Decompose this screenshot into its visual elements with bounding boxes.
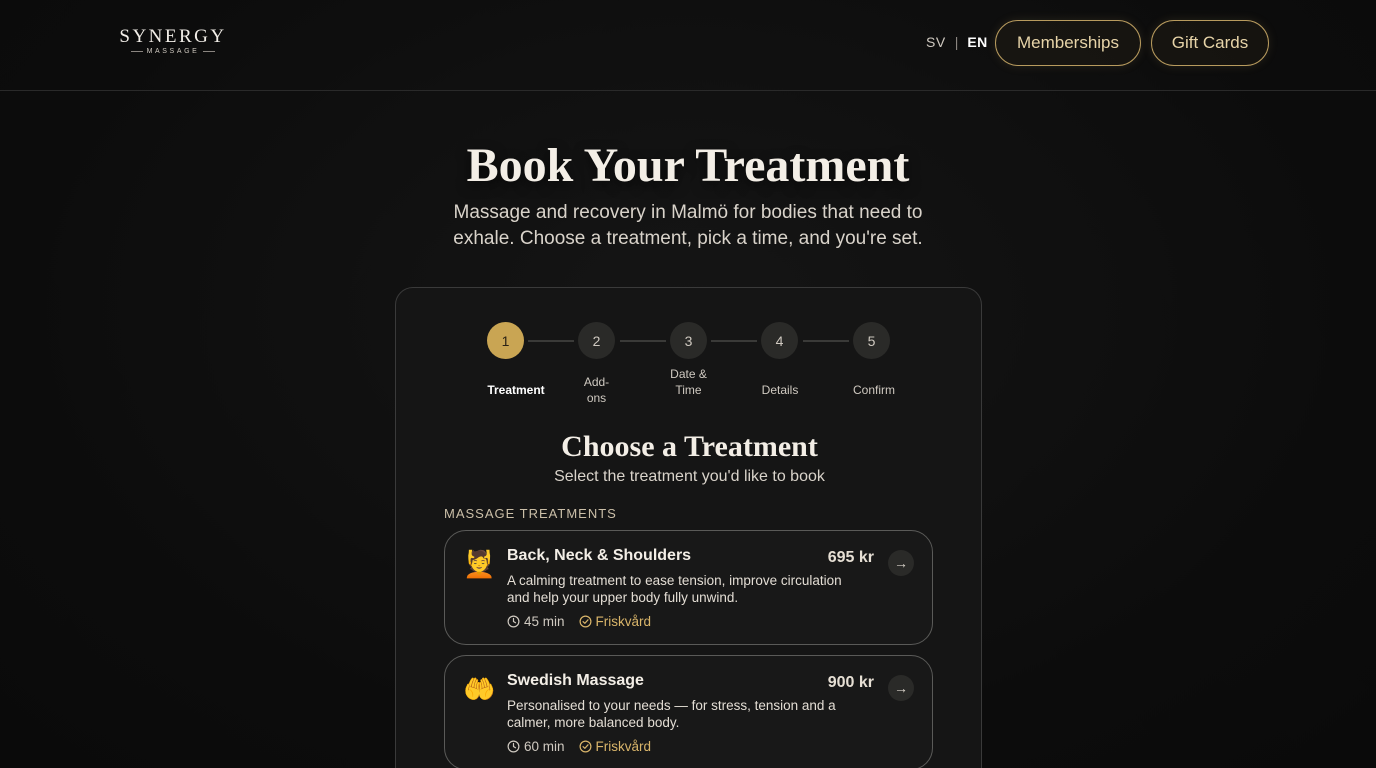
logo-subtitle-text: MASSAGE	[146, 48, 200, 55]
section-title: Choose a Treatment	[561, 430, 818, 463]
check-circle-icon	[579, 740, 592, 753]
page-subtitle: Massage and recovery in Malmö for bodies…	[453, 202, 923, 249]
treatment-card-swedish-massage[interactable]: 🤲 Swedish Massage 900 kr → Personalised …	[444, 655, 933, 768]
logo-wordmark: SYNERGY	[119, 26, 227, 47]
treatment-description: Personalised to your needs — for stress,…	[507, 698, 836, 730]
logo-line-right	[203, 51, 216, 52]
massage-face-icon: 💆	[463, 549, 496, 579]
step-1-circle[interactable]: 1	[487, 322, 524, 359]
step-2-circle[interactable]: 2	[578, 322, 615, 359]
step-connector-3	[711, 340, 757, 342]
logo-subtitle: MASSAGE	[118, 48, 228, 55]
step-connector-1	[528, 340, 574, 342]
friskvard-badge: Friskvård	[595, 614, 652, 629]
check-circle-icon	[579, 615, 592, 628]
step-5-label: Confirm	[852, 383, 895, 397]
treatment-price: 695 kr	[827, 549, 874, 566]
step-1-label: Treatment	[487, 383, 545, 397]
step-connector-4	[803, 340, 849, 342]
step-4-circle[interactable]: 4	[761, 322, 798, 359]
treatment-duration: 60 min	[524, 739, 565, 754]
step-4-label: Details	[761, 383, 799, 397]
category-heading: MASSAGE TREATMENTS	[444, 506, 617, 521]
logo-line-left	[130, 51, 143, 52]
step-3-label: Date & Time	[670, 367, 707, 397]
friskvard-badge: Friskvård	[595, 739, 652, 754]
treatment-name: Swedish Massage	[507, 672, 644, 689]
site-header: SYNERGY MASSAGE SV | EN Memberships Gift…	[0, 0, 1376, 91]
treatment-duration: 45 min	[524, 614, 565, 629]
language-switcher: SV | EN	[926, 34, 988, 50]
open-hands-icon: 🤲	[463, 674, 496, 704]
treatment-meta: 60 min Friskvård	[507, 739, 651, 754]
treatment-name: Back, Neck & Shoulders	[507, 547, 692, 564]
booking-stepper: 1 2 3 4 5 Treatment Add-ons Date & Time …	[396, 288, 983, 418]
booking-card: 1 2 3 4 5 Treatment Add-ons Date & Time …	[395, 287, 982, 768]
treatment-card-back-neck-shoulders[interactable]: 💆 Back, Neck & Shoulders 695 kr → A calm…	[444, 530, 933, 645]
lang-sv-link[interactable]: SV	[926, 34, 946, 50]
step-3-circle[interactable]: 3	[670, 322, 707, 359]
step-2-label: Add-ons	[583, 375, 610, 405]
clock-icon	[507, 740, 520, 753]
treatment-description: A calming treatment to ease tension, imp…	[507, 573, 842, 605]
step-connector-2	[620, 340, 666, 342]
memberships-button[interactable]: Memberships	[995, 20, 1141, 66]
clock-icon	[507, 615, 520, 628]
gift-cards-button[interactable]: Gift Cards	[1151, 20, 1269, 66]
treatment-meta: 45 min Friskvård	[507, 614, 651, 629]
page-title: Book Your Treatment	[466, 139, 910, 192]
arrow-right-icon[interactable]: →	[888, 550, 914, 576]
lang-separator: |	[954, 34, 959, 50]
section-subtitle: Select the treatment you'd like to book	[554, 468, 825, 485]
lang-en-link[interactable]: EN	[967, 34, 987, 50]
treatment-price: 900 kr	[827, 674, 874, 691]
step-5-circle[interactable]: 5	[853, 322, 890, 359]
arrow-right-icon[interactable]: →	[888, 675, 914, 701]
synergy-logo[interactable]: SYNERGY MASSAGE	[118, 26, 228, 56]
